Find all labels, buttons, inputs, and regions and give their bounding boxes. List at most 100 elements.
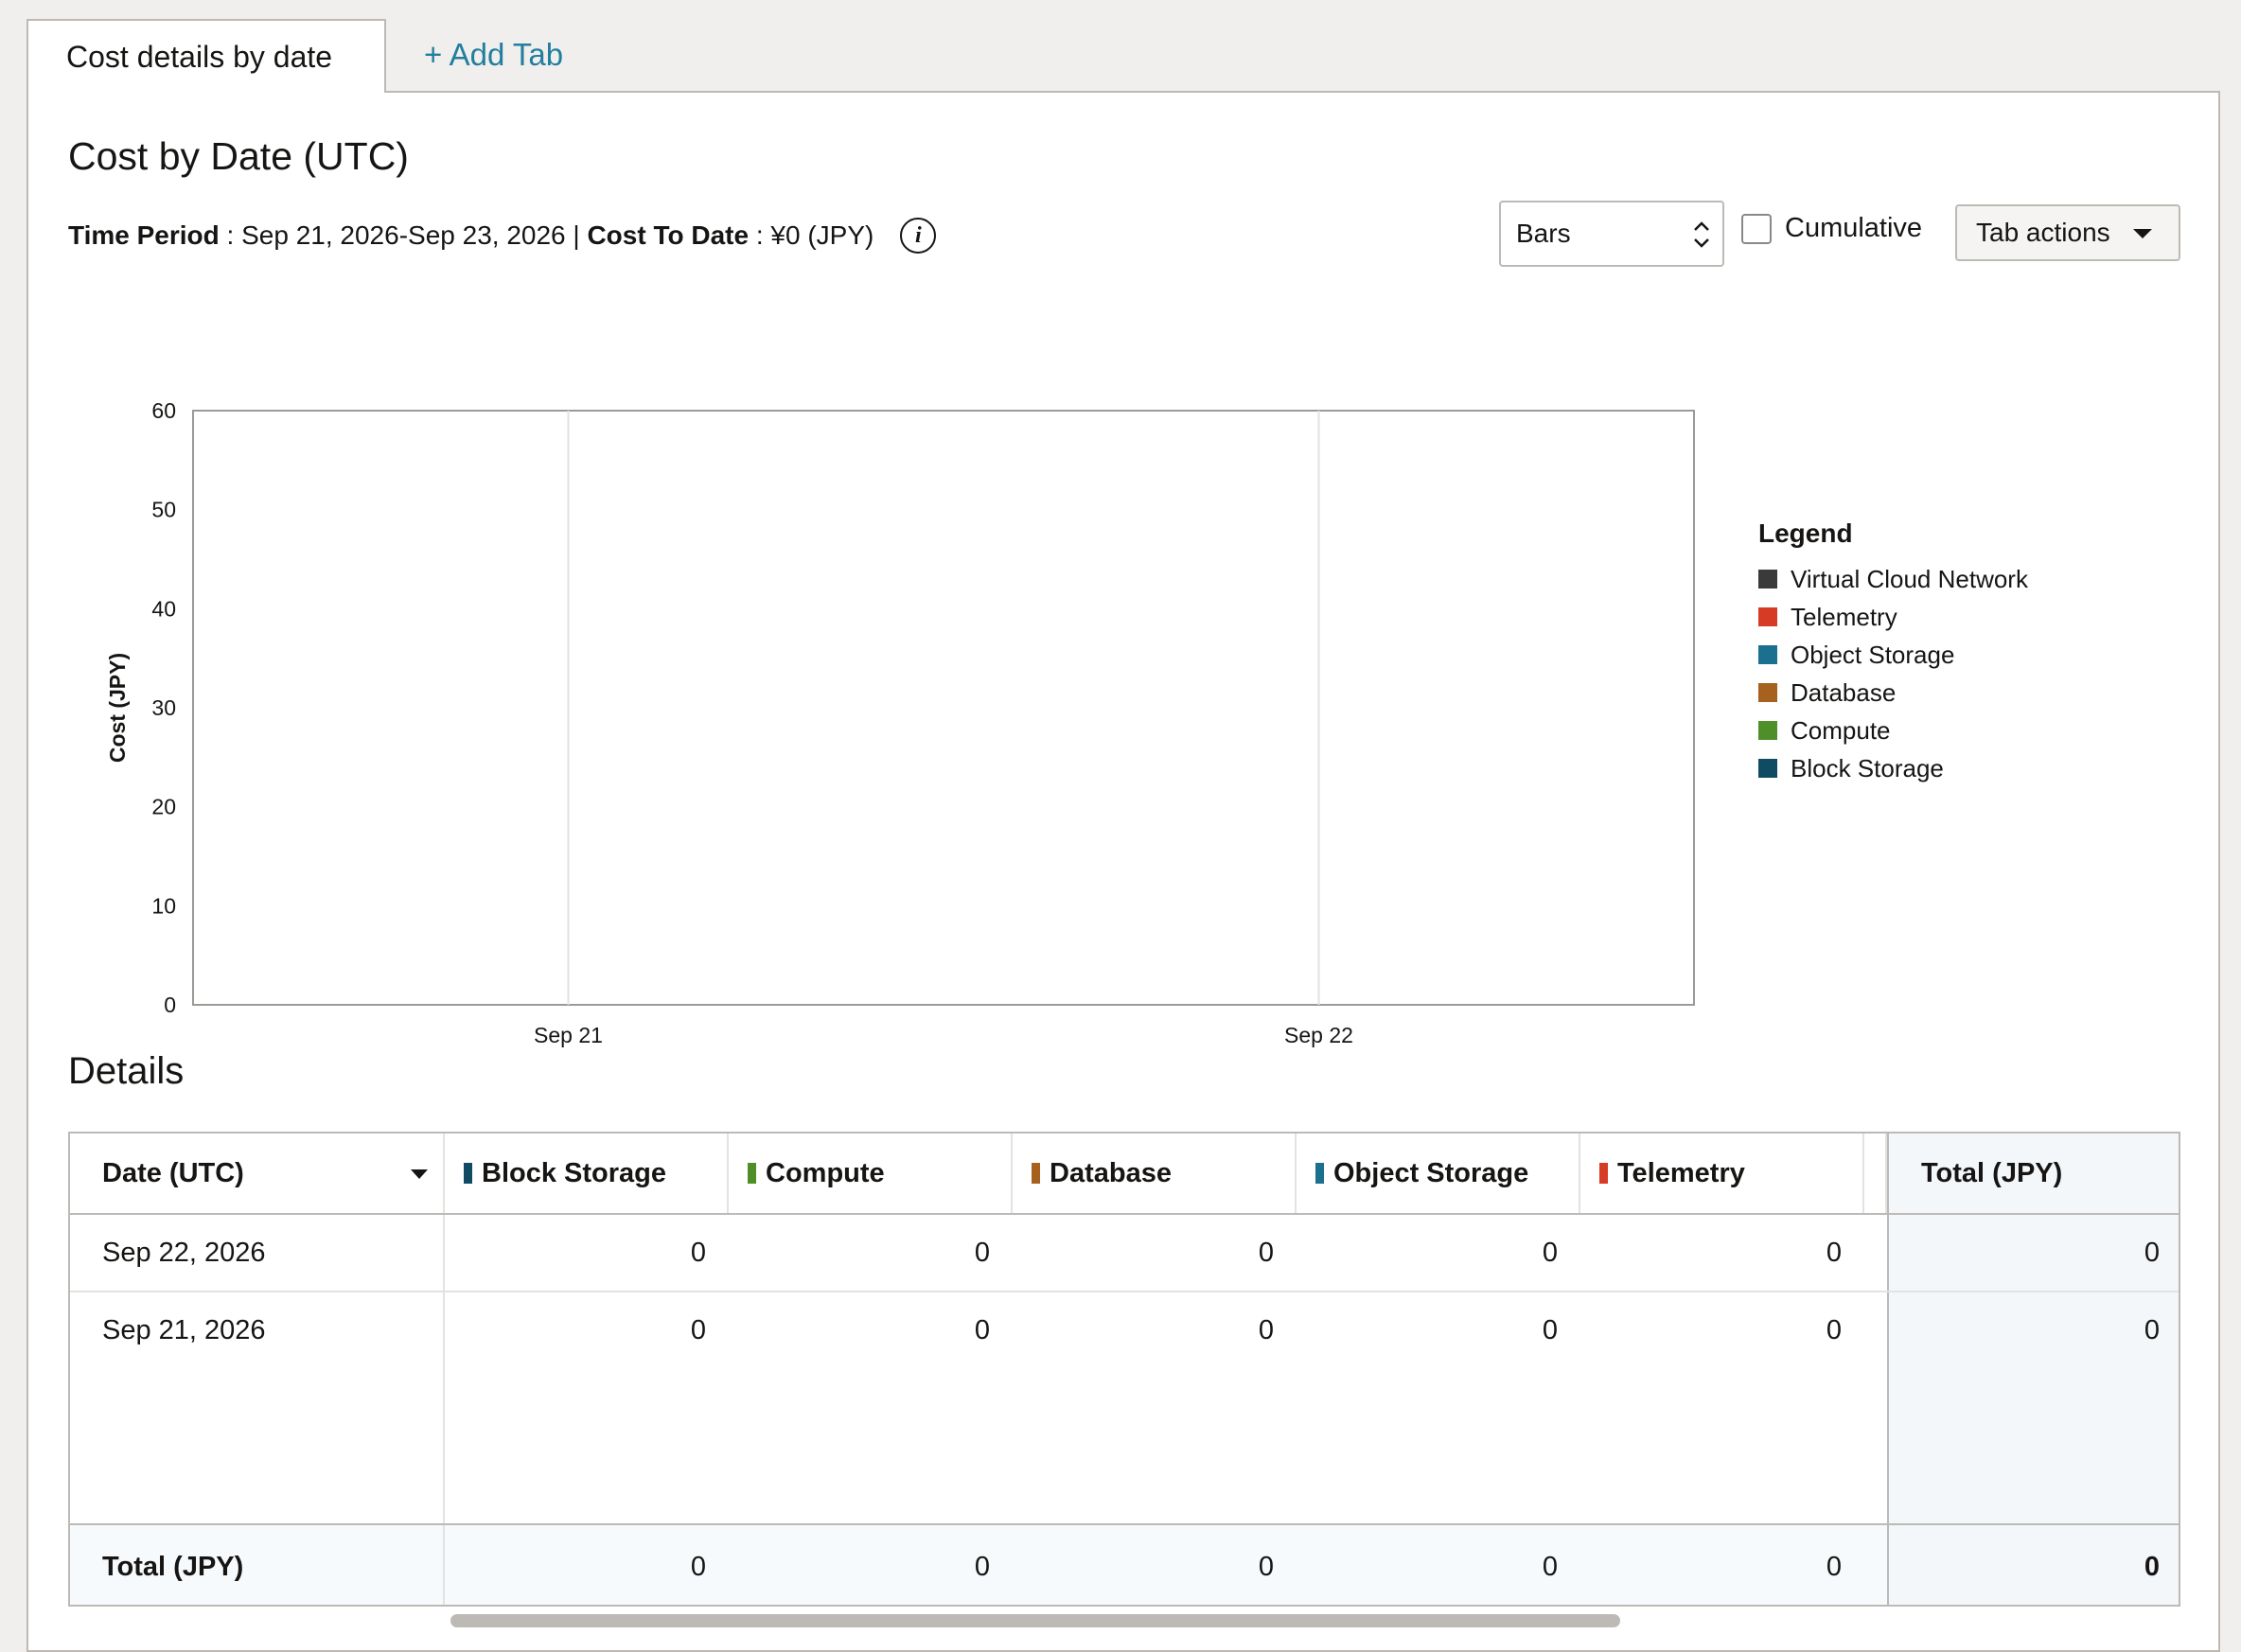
legend-label: Virtual Cloud Network [1791, 564, 2028, 593]
column-header-telemetry[interactable]: Telemetry [1580, 1134, 1864, 1213]
column-header-object-storage[interactable]: Object Storage [1297, 1134, 1580, 1213]
y-tick-label: 50 [151, 498, 176, 522]
y-tick-label: 30 [151, 695, 176, 720]
date-cell: Sep 22, 2026 [70, 1215, 445, 1291]
value-cell: 0 [1542, 1551, 1558, 1582]
column-header-date-utc[interactable]: Date (UTC) [70, 1134, 445, 1213]
legend-swatch [1758, 645, 1777, 664]
y-tick-label: 40 [151, 596, 176, 621]
legend-swatch [1758, 607, 1777, 626]
cost-chart: Sep 21Sep 220102030405060Date (UTC)Cost … [105, 398, 1695, 1047]
y-tick-label: 20 [151, 795, 176, 819]
details-table: Date (UTC) Block Storage Compute Database Ob… [68, 1132, 2180, 1607]
legend-item-database[interactable]: Database [1758, 674, 2028, 712]
legend-label: Database [1791, 677, 1897, 707]
time-period-summary: Time Period : Sep 21, 2026-Sep 23, 2026 … [68, 218, 937, 254]
value-cell: 0 [1258, 1237, 1274, 1268]
value-cell: 0 [1826, 1551, 1842, 1582]
column-header-block-storage[interactable]: Block Storage [445, 1134, 729, 1213]
value-cell: 0 [1258, 1315, 1274, 1345]
column-header-database[interactable]: Database [1013, 1134, 1297, 1213]
column-header-compute[interactable]: Compute [729, 1134, 1013, 1213]
y-tick-label: 60 [151, 398, 176, 423]
time-period-value: : Sep 21, 2026-Sep 23, 2026 | [219, 220, 588, 250]
legend-label: Compute [1791, 715, 1891, 745]
column-header-label: Date (UTC) [102, 1157, 244, 1188]
y-axis-title: Cost (JPY) [105, 653, 130, 763]
cumulative-checkbox[interactable] [1741, 213, 1772, 244]
series-color-marker [1599, 1163, 1608, 1184]
total-cell: 0 [1887, 1215, 2179, 1291]
value-cell: 0 [1826, 1315, 1842, 1345]
value-cell: 0 [1542, 1315, 1558, 1345]
value-cell: 0 [1258, 1551, 1274, 1582]
series-color-marker [1315, 1163, 1324, 1184]
date-cell: Sep 21, 2026 [70, 1292, 445, 1523]
value-cell: 0 [1542, 1237, 1558, 1268]
y-tick-label: 0 [164, 993, 176, 1017]
value-cell: 0 [974, 1551, 990, 1582]
cumulative-toggle[interactable]: Cumulative [1741, 213, 1922, 244]
column-header-vcn[interactable] [1864, 1134, 1887, 1213]
column-header-label: Block Storage [482, 1157, 666, 1188]
sort-caret-icon[interactable] [411, 1169, 428, 1179]
main-panel: Cost by Date (UTC) Time Period : Sep 21,… [26, 91, 2220, 1652]
cumulative-label: Cumulative [1785, 213, 1923, 243]
cost-to-date-label: Cost To Date [587, 220, 750, 250]
legend-title: Legend [1758, 518, 1853, 548]
legend-item-block-storage[interactable]: Block Storage [1758, 749, 2028, 787]
value-cell: 0 [974, 1315, 990, 1345]
tab-bar: Cost details by date + Add Tab [26, 17, 2222, 93]
value-cell: 0 [974, 1237, 990, 1268]
x-tick-label: Sep 21 [534, 1023, 603, 1047]
value-cell: 0 [690, 1315, 706, 1345]
y-tick-label: 10 [151, 893, 176, 918]
column-header-label: Telemetry [1617, 1157, 1745, 1188]
column-header-label: Database [1050, 1157, 1172, 1188]
chart-type-value: Bars [1516, 219, 1571, 248]
legend-label: Block Storage [1791, 753, 1944, 782]
table-total-row: Total (JPY) 0 0 0 0 0 0 [70, 1523, 2179, 1605]
legend-item-compute[interactable]: Compute [1758, 712, 2028, 749]
caret-down-icon [2133, 229, 2152, 238]
total-cell: 0 [1887, 1525, 2179, 1605]
horizontal-scrollbar[interactable] [450, 1614, 1620, 1627]
value-cell: 0 [690, 1237, 706, 1268]
page-title: Cost by Date (UTC) [68, 134, 409, 178]
x-tick-label: Sep 22 [1284, 1023, 1353, 1047]
series-color-marker [748, 1163, 756, 1184]
legend-label: Object Storage [1791, 640, 1955, 669]
updown-chevron-icon [1694, 221, 1709, 248]
value-cell: 0 [1826, 1237, 1842, 1268]
tab-cost-details-by-date[interactable]: Cost details by date [26, 19, 386, 93]
info-icon[interactable]: i [900, 218, 937, 254]
legend-swatch [1758, 570, 1777, 589]
value-cell: 0 [690, 1551, 706, 1582]
legend-swatch [1758, 683, 1777, 702]
table-row: Sep 22, 2026 0 0 0 0 0 0 [70, 1215, 2179, 1292]
plot-area [192, 410, 1695, 1006]
column-header-total-jpy[interactable]: Total (JPY) [1887, 1134, 2179, 1213]
legend-swatch [1758, 721, 1777, 740]
series-color-marker [464, 1163, 472, 1184]
legend-item-telemetry[interactable]: Telemetry [1758, 598, 2028, 636]
details-title: Details [68, 1050, 185, 1092]
series-color-marker [1032, 1163, 1040, 1184]
add-tab-button[interactable]: + Add Tab [424, 19, 563, 91]
table-header: Date (UTC) Block Storage Compute Database Ob… [70, 1134, 2179, 1215]
legend-swatch [1758, 759, 1777, 778]
chart-legend: Legend Virtual Cloud Network Telemetry Obj… [1758, 518, 2028, 787]
table-row: Sep 21, 2026 0 0 0 0 0 0 [70, 1292, 2179, 1523]
time-period-label: Time Period [68, 220, 220, 250]
legend-item-object-storage[interactable]: Object Storage [1758, 636, 2028, 674]
date-cell: Total (JPY) [70, 1525, 445, 1605]
tab-actions-button[interactable]: Tab actions [1955, 204, 2180, 261]
legend-item-virtual-cloud-network[interactable]: Virtual Cloud Network [1758, 560, 2028, 598]
legend-label: Telemetry [1791, 602, 1897, 631]
column-header-label: Object Storage [1333, 1157, 1529, 1188]
total-cell: 0 [1887, 1292, 2179, 1523]
tab-actions-label: Tab actions [1976, 218, 2110, 247]
column-header-label: Total (JPY) [1921, 1157, 2063, 1188]
chart-type-select[interactable]: Bars [1499, 201, 1724, 267]
cost-to-date-value: : ¥0 (JPY) [749, 220, 874, 250]
